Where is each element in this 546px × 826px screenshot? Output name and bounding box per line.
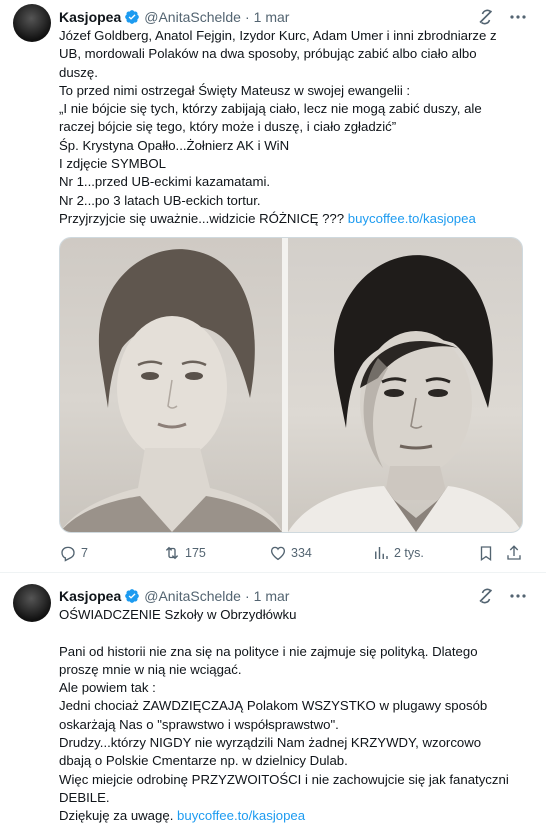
tweet-1[interactable]: Kasjopea @AnitaSchelde · 1 mar Józef Gol… [0, 0, 546, 573]
text-line: proszę mnie w nią nie wciągać. [59, 661, 242, 677]
text-line: Nr 2...po 3 latach UB-eckich tortur. [59, 192, 261, 208]
reply-button[interactable]: 7 [59, 542, 88, 564]
tweet-text: OŚWIADCZENIE Szkoły w Obrzydłówku Pani o… [59, 606, 529, 826]
more-icon[interactable] [508, 586, 528, 606]
photo-before[interactable] [60, 238, 282, 532]
text-line: To przed nimi ostrzegał Święty Mateusz w… [59, 82, 411, 98]
repost-count: 175 [185, 546, 206, 560]
text-line: DEBILE. [59, 789, 110, 805]
author-name[interactable]: Kasjopea [59, 9, 121, 25]
like-icon [270, 546, 286, 561]
tweet-media[interactable] [59, 237, 523, 533]
avatar[interactable] [13, 4, 51, 42]
text-line: UB, mordowali Polaków na dwa sposoby, pr… [59, 46, 477, 62]
text-line: I zdjęcie SYMBOL [59, 156, 167, 172]
repost-icon [165, 546, 179, 560]
bookmark-icon [480, 546, 492, 562]
tweet-date[interactable]: 1 mar [254, 9, 290, 25]
text-line: OŚWIADCZENIE Szkoły w Obrzydłówku [59, 607, 297, 622]
reply-icon [61, 546, 75, 562]
text-segment: Dziękuję za uwagę. [59, 808, 174, 824]
verified-badge-icon [124, 588, 140, 604]
views-count: 2 tys. [394, 546, 424, 560]
tweet-actions: 7 175 334 2 tys. [59, 542, 529, 564]
views-icon [375, 547, 388, 559]
text-line: Józef Goldberg, Anatol Fejgin, Izydor Ku… [59, 28, 497, 43]
views-button[interactable]: 2 tys. [372, 542, 424, 564]
more-icon[interactable] [508, 7, 528, 27]
buycoffee-link[interactable]: buycoffee.to/kasjopea [177, 808, 305, 823]
text-line-with-link: Dziękuję za uwagę. buycoffee.to/kasjopea [59, 807, 529, 825]
like-count: 334 [291, 546, 312, 560]
text-line: duszę. [59, 64, 98, 80]
verified-badge-icon [124, 9, 140, 25]
share-icon [507, 545, 521, 560]
text-line: dbają o Polskie Cmentarze np. w dzielnic… [59, 753, 348, 769]
grok-icon[interactable] [476, 586, 496, 606]
tweet-2[interactable]: Kasjopea @AnitaSchelde · 1 mar OŚWIADCZE… [0, 573, 546, 823]
text-line: Pani od historii nie zna się na polityce… [59, 643, 478, 659]
text-segment: Przyjrzyjcie się uważnie...widzicie RÓŻN… [59, 210, 345, 226]
photo-after[interactable] [288, 238, 522, 532]
share-button[interactable] [505, 542, 523, 564]
text-line: Jedni chociaż ZAWDZIĘCZAJĄ Polakom WSZYS… [59, 698, 488, 714]
header-actions [476, 586, 528, 606]
separator: · [244, 9, 250, 25]
tweet-header: Kasjopea @AnitaSchelde · 1 mar [59, 7, 289, 27]
text-line: oskarżają Nas o "sprawstwo i współspraws… [59, 716, 339, 732]
author-name[interactable]: Kasjopea [59, 588, 121, 604]
like-button[interactable]: 334 [269, 542, 312, 564]
author-handle[interactable]: @AnitaSchelde [144, 9, 241, 25]
text-line: Ale powiem tak : [59, 680, 156, 696]
text-line-with-link: Przyjrzyjcie się uważnie...widzicie RÓŻN… [59, 210, 529, 228]
tweet-header: Kasjopea @AnitaSchelde · 1 mar [59, 586, 289, 606]
text-line: Drudzy...którzy NIGDY nie wyrządzili Nam… [59, 735, 482, 751]
text-line: raczej bójcie się tego, który może i dus… [59, 119, 397, 135]
repost-button[interactable]: 175 [163, 542, 206, 564]
text-line: „I nie bójcie się tych, którzy zabijają … [59, 101, 482, 117]
text-line: Więc miejcie odrobinę PRZYZWOITOŚCI i ni… [59, 771, 509, 787]
avatar[interactable] [13, 584, 51, 622]
separator: · [244, 588, 250, 604]
header-actions [476, 7, 528, 27]
grok-icon[interactable] [476, 7, 496, 27]
text-line: Nr 1...przed UB-eckimi kazamatami. [59, 174, 271, 190]
bookmark-button[interactable] [477, 542, 495, 564]
text-line: Śp. Krystyna Opałło...Żołnierz AK i WiN [59, 137, 290, 153]
author-handle[interactable]: @AnitaSchelde [144, 588, 241, 604]
buycoffee-link[interactable]: buycoffee.to/kasjopea [348, 211, 476, 226]
reply-count: 7 [81, 546, 88, 560]
tweet-date[interactable]: 1 mar [254, 588, 290, 604]
tweet-text: Józef Goldberg, Anatol Fejgin, Izydor Ku… [59, 27, 529, 228]
